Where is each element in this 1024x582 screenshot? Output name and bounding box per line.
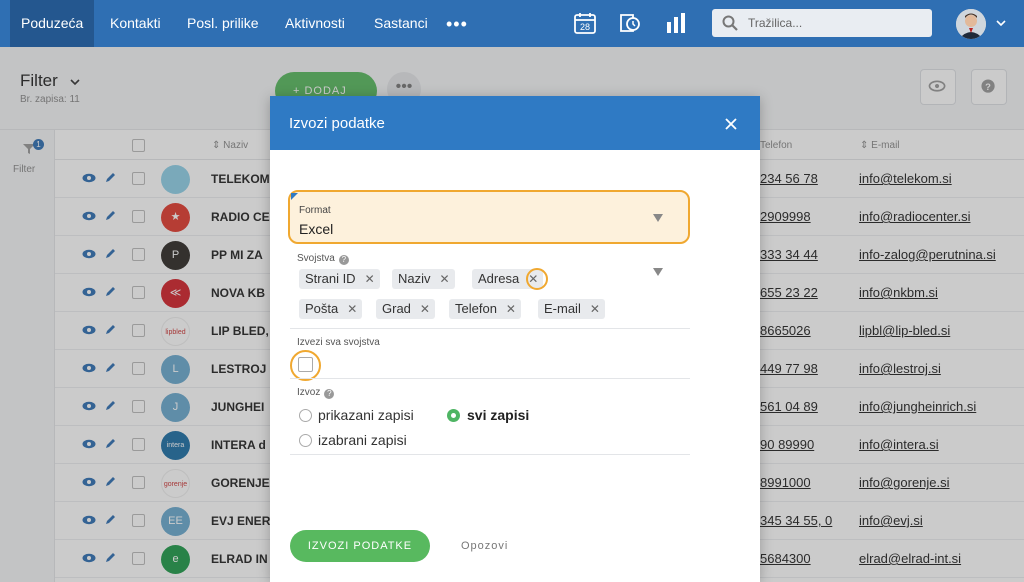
nav-item-kontakti[interactable]: Kontakti xyxy=(99,0,172,47)
search-box[interactable] xyxy=(712,9,932,37)
remove-chip-icon[interactable]: ✕ xyxy=(347,302,357,316)
search-input[interactable] xyxy=(748,14,923,32)
radio-selected-records[interactable] xyxy=(299,434,312,447)
property-chip: Grad ✕ xyxy=(376,299,435,319)
property-chip: Pošta ✕ xyxy=(299,299,363,319)
dialog-header: Izvozi podatke xyxy=(270,96,760,150)
task-clock-icon[interactable] xyxy=(617,12,641,34)
property-chip: Naziv ✕ xyxy=(392,269,455,289)
avatar-portrait-icon xyxy=(956,9,986,39)
user-avatar[interactable] xyxy=(956,9,986,39)
radio-all-records[interactable] xyxy=(447,409,460,422)
search-icon xyxy=(722,15,738,31)
remove-chip-icon[interactable]: ✕ xyxy=(506,302,516,316)
radio-label[interactable]: prikazani zapisi xyxy=(318,407,414,423)
remove-chip-icon[interactable]: ✕ xyxy=(590,302,600,316)
calendar-icon[interactable]: 28 xyxy=(573,12,597,34)
remove-chip-icon[interactable]: ✕ xyxy=(420,302,430,316)
chevron-down-icon[interactable] xyxy=(995,17,1007,29)
radio-label[interactable]: izabrani zapisi xyxy=(318,432,407,448)
divider xyxy=(290,454,690,455)
properties-label: Svojstva? xyxy=(297,253,349,265)
caret-down-icon[interactable] xyxy=(653,268,663,276)
export-data-button[interactable]: IZVOZI PODATKE xyxy=(290,530,430,562)
radio-label[interactable]: svi zapisi xyxy=(467,407,529,423)
help-icon[interactable]: ? xyxy=(338,255,349,265)
corner-marker-icon xyxy=(291,193,298,200)
divider xyxy=(290,328,690,329)
highlight-ring xyxy=(526,268,548,290)
format-label: Format xyxy=(299,205,331,216)
radio-displayed-records[interactable] xyxy=(299,409,312,422)
nav-item-poduzeca[interactable]: Poduzeća xyxy=(10,0,95,47)
export-dialog: Izvozi podatke Format Excel Svojstva? St… xyxy=(270,96,760,582)
divider xyxy=(290,378,690,379)
nav-item-aktivnosti[interactable]: Aktivnosti xyxy=(274,0,356,47)
export-all-checkbox[interactable] xyxy=(298,357,313,372)
property-chip: E-mail ✕ xyxy=(538,299,605,319)
dialog-title: Izvozi podatke xyxy=(289,115,385,132)
export-scope-label: Izvoz? xyxy=(297,387,335,399)
nav-more-icon[interactable]: ••• xyxy=(446,14,468,35)
close-icon[interactable] xyxy=(724,117,738,131)
remove-chip-icon[interactable]: ✕ xyxy=(365,272,375,286)
top-navbar: Poduzeća Kontakti Posl. prilike Aktivnos… xyxy=(0,0,1024,47)
bar-chart-icon[interactable] xyxy=(664,12,688,34)
property-chip: Telefon ✕ xyxy=(449,299,521,319)
property-chip: Strani ID ✕ xyxy=(299,269,380,289)
format-value: Excel xyxy=(299,221,334,237)
calendar-day-number: 28 xyxy=(580,22,590,32)
remove-chip-icon[interactable]: ✕ xyxy=(440,272,450,286)
nav-item-poslovne-prilike[interactable]: Posl. prilike xyxy=(176,0,270,47)
cancel-button[interactable]: Opozovi xyxy=(461,540,508,552)
help-icon[interactable]: ? xyxy=(324,389,335,399)
format-select[interactable]: Format Excel xyxy=(288,190,690,244)
export-all-label: Izvezi sva svojstva xyxy=(297,337,380,348)
nav-item-sastanci[interactable]: Sastanci xyxy=(363,0,439,47)
caret-down-icon xyxy=(653,214,663,222)
